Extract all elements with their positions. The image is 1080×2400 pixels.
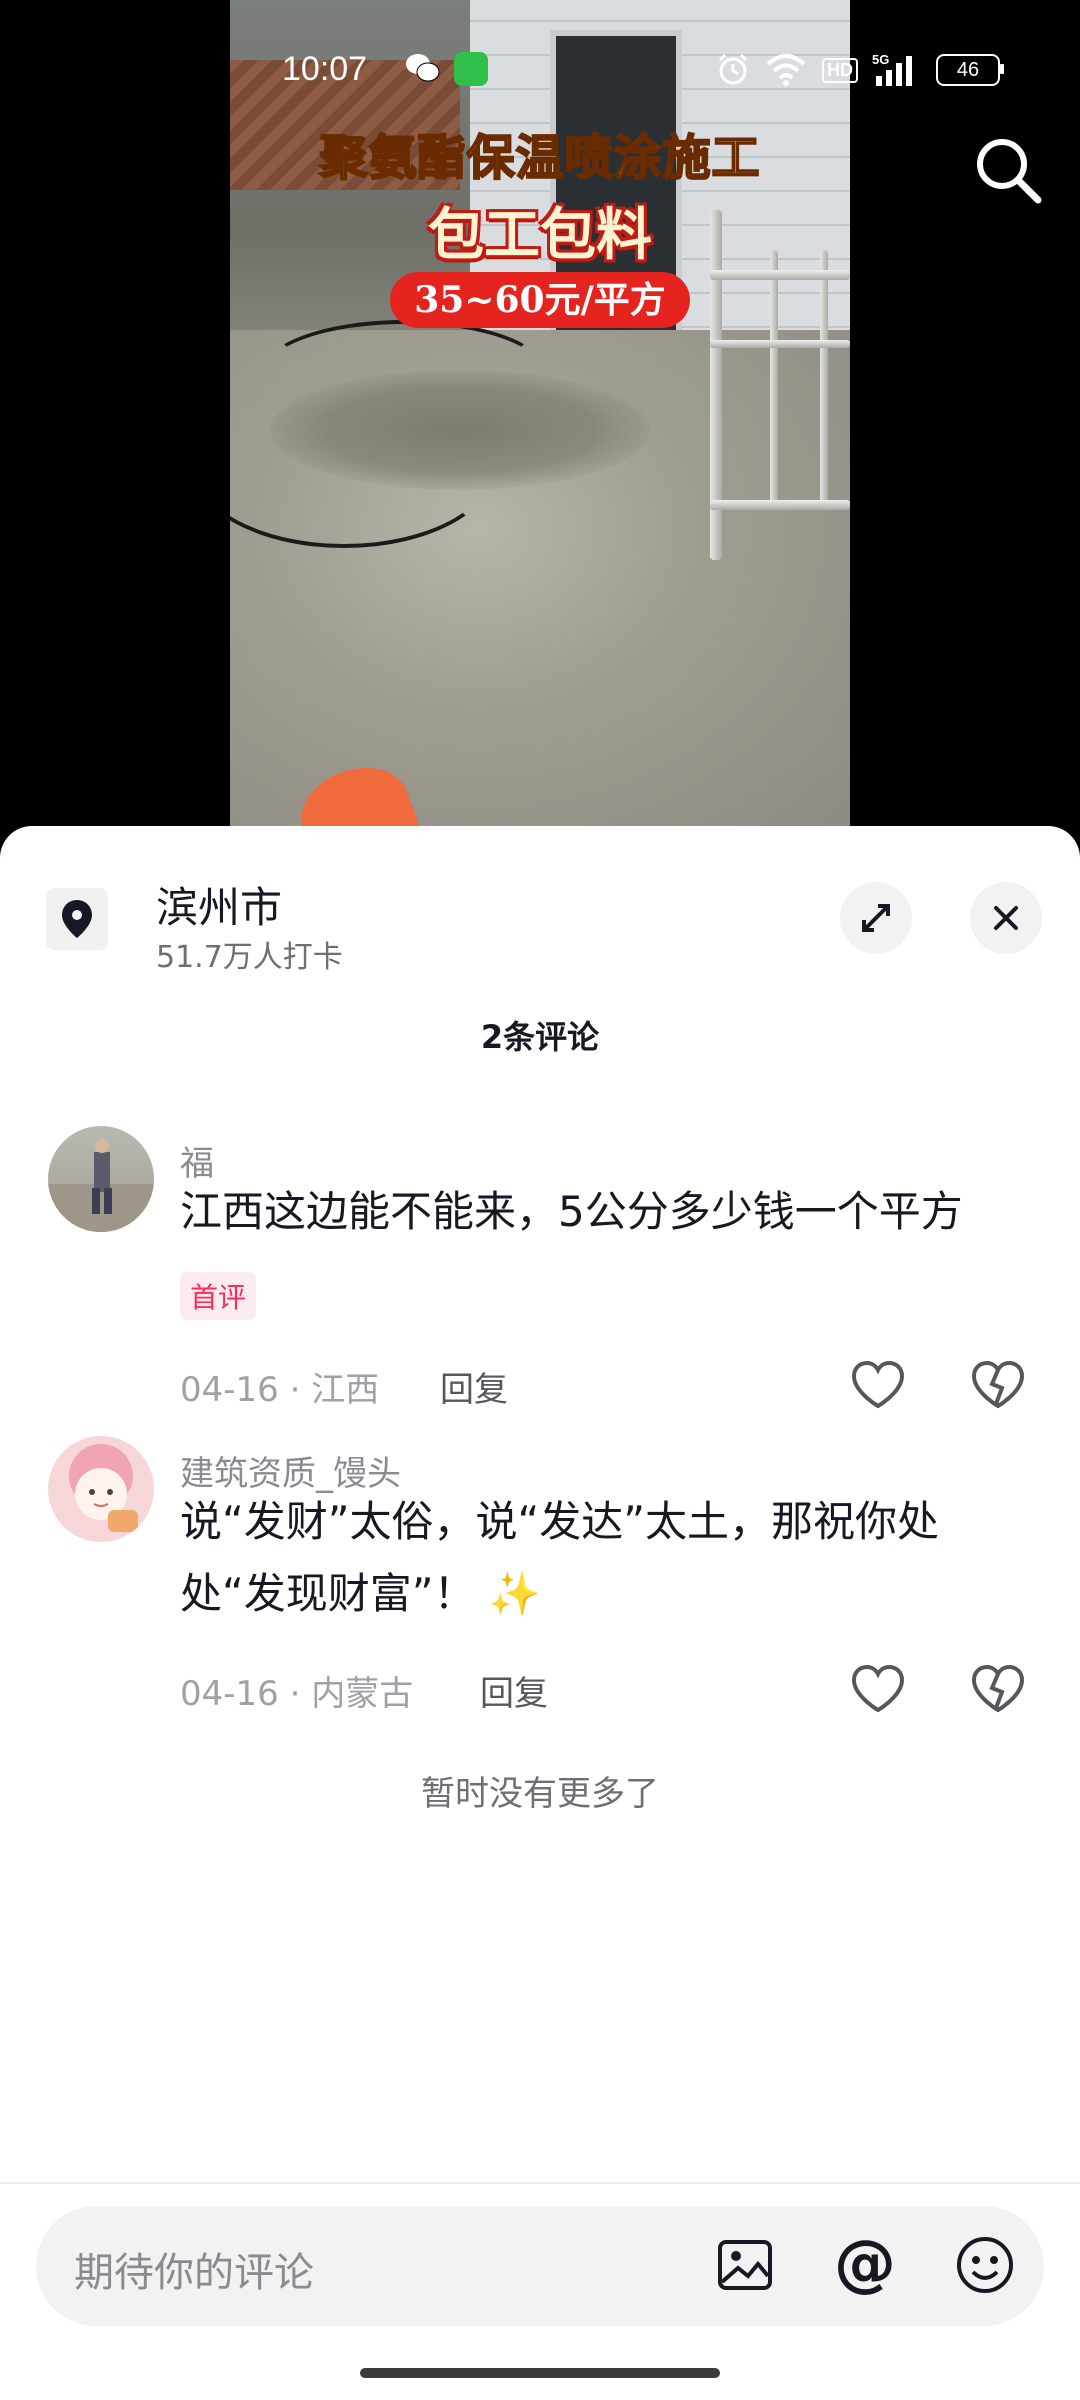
- meta-separator: ·: [289, 1370, 312, 1410]
- rail-post: [820, 250, 828, 510]
- avatar[interactable]: [48, 1126, 154, 1232]
- close-icon: [994, 906, 1018, 930]
- battery-indicator: 46: [936, 54, 1000, 86]
- reply-button[interactable]: 回复: [480, 1666, 548, 1715]
- avatar-image: [48, 1139, 154, 1232]
- rail-bar: [710, 500, 850, 510]
- comment-date: 04-16: [180, 1370, 279, 1410]
- heart-icon[interactable]: [850, 1360, 906, 1410]
- comments-sheet: 滨州市 51.7万人打卡 2条评论 福 江西这边能不能来，5公分多少钱一个平方 …: [0, 826, 1080, 2400]
- rail-bar: [710, 270, 850, 280]
- comment-text: 江西这边能不能来，5公分多少钱一个平方: [180, 1187, 963, 1236]
- expand-icon: [862, 904, 890, 932]
- video-title-line1: 聚氨酯保温喷涂施工: [318, 129, 761, 187]
- comment-meta: 04-16 · 内蒙古: [180, 1666, 413, 1715]
- wifi-icon: [766, 54, 806, 86]
- battery-tip: [1000, 64, 1004, 74]
- avatar[interactable]: [48, 1436, 154, 1542]
- rail-post: [770, 250, 778, 510]
- comment-count: 2条评论: [480, 1018, 600, 1056]
- at-icon[interactable]: @: [832, 2232, 898, 2298]
- comment-input-bar[interactable]: 期待你的评论 @: [36, 2206, 1044, 2326]
- location-name[interactable]: 滨州市: [156, 874, 282, 935]
- comment-meta: 04-16 · 江西: [180, 1362, 379, 1411]
- comment-date: 04-16: [180, 1674, 279, 1714]
- wechat-icon: [406, 54, 440, 82]
- app-icon: [454, 52, 488, 86]
- video-title-line2: 包工包料: [428, 203, 652, 268]
- broken-heart-icon[interactable]: [970, 1360, 1026, 1410]
- close-button[interactable]: [970, 882, 1042, 954]
- comment-region: 内蒙古: [311, 1674, 414, 1714]
- expand-button[interactable]: [840, 882, 912, 954]
- comment-region: 江西: [311, 1370, 380, 1410]
- signal-icon: 5G: [872, 52, 912, 86]
- hd-badge: HD: [822, 58, 858, 83]
- meta-separator: ·: [289, 1674, 312, 1714]
- location-checkins: 51.7万人打卡: [156, 940, 343, 975]
- location-pin-icon: [46, 888, 108, 950]
- broken-heart-icon[interactable]: [970, 1664, 1026, 1714]
- status-time: 10:07: [282, 50, 368, 88]
- video-price-badge: 35~60元/平方: [390, 272, 690, 328]
- comment-input[interactable]: 期待你的评论: [74, 2240, 314, 2298]
- no-more-text: 暂时没有更多了: [421, 1774, 659, 1814]
- divider: [0, 2182, 1080, 2184]
- rail-bar: [710, 340, 850, 348]
- emoji-icon[interactable]: [952, 2232, 1018, 2298]
- heart-icon[interactable]: [850, 1664, 906, 1714]
- status-bar: 10:07 HD 5G 46: [0, 40, 1080, 100]
- comment-text: 说“发财”太俗，说“发达”太土，那祝你处处“发现财富”！ ✨: [180, 1497, 940, 1618]
- video-player[interactable]: 聚氨酯保温喷涂施工 包工包料 35~60元/平方: [0, 0, 1080, 830]
- image-icon[interactable]: [712, 2232, 778, 2298]
- avatar-image: [69, 1444, 138, 1532]
- alarm-icon: [718, 53, 748, 85]
- reply-button[interactable]: 回复: [440, 1362, 508, 1411]
- search-icon[interactable]: [968, 130, 1048, 210]
- svg-text:5G: 5G: [872, 52, 889, 67]
- first-comment-tag: 首评: [180, 1272, 257, 1320]
- home-indicator[interactable]: [360, 2368, 720, 2378]
